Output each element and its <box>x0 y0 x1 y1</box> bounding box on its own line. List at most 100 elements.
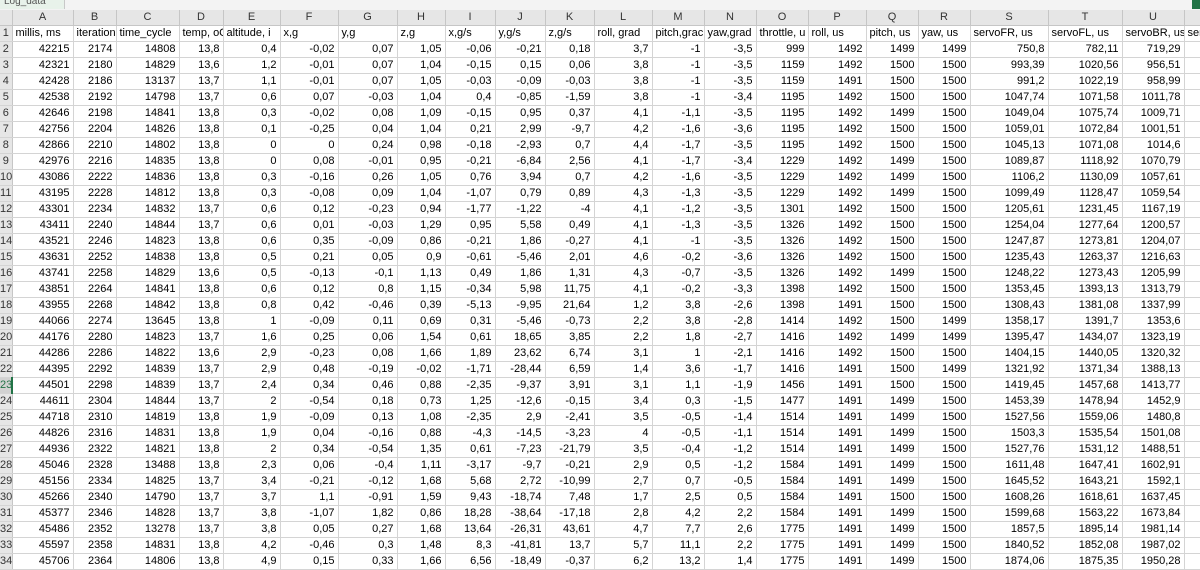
data-cell[interactable]: 13,8 <box>179 409 224 426</box>
data-cell[interactable]: 13488 <box>116 457 180 474</box>
column-header-l[interactable]: L <box>594 10 653 26</box>
data-cell[interactable]: 1075,74 <box>1048 105 1123 122</box>
data-cell[interactable]: 1500 <box>866 137 919 154</box>
data-cell[interactable]: 1,35 <box>397 441 446 458</box>
data-cell[interactable]: 1371,34 <box>1048 361 1123 378</box>
data-cell[interactable]: 1216,63 <box>1122 249 1185 266</box>
data-cell[interactable]: 1775 <box>756 537 809 554</box>
data-cell[interactable]: 1514 <box>756 441 809 458</box>
data-cell[interactable]: -1,1 <box>704 425 757 442</box>
data-cell[interactable]: 3,7 <box>594 41 653 58</box>
data-cell[interactable]: 1491 <box>808 441 867 458</box>
data-cell[interactable]: -0,2 <box>652 249 705 266</box>
data-cell[interactable]: 1492 <box>808 329 867 346</box>
data-cell[interactable]: 1380,53 <box>1184 313 1200 330</box>
data-cell[interactable]: 2 <box>223 441 281 458</box>
data-cell[interactable]: -2,7 <box>704 329 757 346</box>
data-cell[interactable]: 0,3 <box>223 169 281 186</box>
data-cell[interactable]: 0,34 <box>280 377 339 394</box>
data-cell[interactable]: 4,3 <box>594 265 653 282</box>
data-cell[interactable]: -0,4 <box>338 457 398 474</box>
data-cell[interactable]: 1492 <box>808 121 867 138</box>
data-cell[interactable]: 1500 <box>918 185 971 202</box>
data-cell[interactable]: 1,04 <box>397 121 446 138</box>
data-cell[interactable]: 2316 <box>73 425 117 442</box>
data-cell[interactable]: 1499 <box>866 505 919 522</box>
data-cell[interactable]: 1667,27 <box>1184 505 1200 522</box>
data-cell[interactable]: 2322 <box>73 441 117 458</box>
data-cell[interactable]: 1059,01 <box>970 121 1049 138</box>
data-cell[interactable]: 0,09 <box>338 185 398 202</box>
data-cell[interactable]: 1623,17 <box>1184 473 1200 490</box>
data-cell[interactable]: 2,56 <box>545 153 595 170</box>
data-cell[interactable]: 0,7 <box>652 473 705 490</box>
data-cell[interactable]: 1500 <box>918 217 971 234</box>
data-cell[interactable]: 1492 <box>808 249 867 266</box>
data-cell[interactable]: 0,06 <box>280 457 339 474</box>
data-cell[interactable]: 14822 <box>116 345 180 362</box>
data-cell[interactable]: 14812 <box>116 185 180 202</box>
data-cell[interactable]: -0,09 <box>280 313 339 330</box>
data-cell[interactable]: 1395,47 <box>970 329 1049 346</box>
column-header-s[interactable]: S <box>970 10 1049 26</box>
data-cell[interactable]: 1159 <box>756 73 809 90</box>
data-cell[interactable]: 1499 <box>918 329 971 346</box>
data-cell[interactable]: 1500 <box>918 153 971 170</box>
row-number[interactable]: 33 <box>0 537 13 554</box>
row-number[interactable]: 12 <box>0 201 13 218</box>
data-cell[interactable]: 0,07 <box>280 89 339 106</box>
header-cell[interactable]: x,g/s <box>445 25 496 42</box>
row-number[interactable]: 31 <box>0 505 13 522</box>
data-cell[interactable]: 2364 <box>73 553 117 570</box>
data-cell[interactable]: 3,4 <box>594 393 653 410</box>
data-cell[interactable]: 14839 <box>116 361 180 378</box>
data-cell[interactable]: -0,15 <box>445 105 496 122</box>
data-cell[interactable]: -26,31 <box>495 521 546 538</box>
data-cell[interactable]: 1492 <box>808 281 867 298</box>
data-cell[interactable]: 7,7 <box>652 521 705 538</box>
data-cell[interactable]: 1491 <box>808 489 867 506</box>
data-cell[interactable]: 2,9 <box>495 409 546 426</box>
data-cell[interactable]: -0,19 <box>338 361 398 378</box>
data-cell[interactable]: 1070,79 <box>1122 153 1185 170</box>
data-cell[interactable]: 13,6 <box>179 265 224 282</box>
header-cell[interactable]: yaw, us <box>918 25 971 42</box>
data-cell[interactable]: 13,7 <box>179 377 224 394</box>
data-cell[interactable]: -1,2 <box>652 201 705 218</box>
data-cell[interactable]: 14823 <box>116 233 180 250</box>
data-cell[interactable]: 43301 <box>12 201 74 218</box>
data-cell[interactable]: 2286 <box>73 345 117 362</box>
data-cell[interactable]: 14798 <box>116 89 180 106</box>
data-cell[interactable]: 750,8 <box>970 41 1049 58</box>
header-cell[interactable]: servoBR, us <box>1122 25 1185 42</box>
data-cell[interactable]: 1500 <box>918 281 971 298</box>
data-cell[interactable]: 2268 <box>73 297 117 314</box>
data-cell[interactable]: -0,61 <box>445 249 496 266</box>
data-cell[interactable]: 42976 <box>12 153 74 170</box>
data-cell[interactable]: 1500 <box>918 409 971 426</box>
data-cell[interactable]: 1500 <box>918 105 971 122</box>
data-cell[interactable]: -0,7 <box>652 265 705 282</box>
data-cell[interactable]: 1592,1 <box>1122 473 1185 490</box>
data-cell[interactable]: 1500 <box>866 57 919 74</box>
data-cell[interactable]: 13,8 <box>179 425 224 442</box>
data-cell[interactable]: 4,1 <box>594 201 653 218</box>
data-cell[interactable]: 1981,14 <box>1122 521 1185 538</box>
data-cell[interactable]: 13,8 <box>179 185 224 202</box>
header-cell[interactable]: servoFL, us <box>1048 25 1123 42</box>
data-cell[interactable]: 2,9 <box>594 457 653 474</box>
data-cell[interactable]: -1,77 <box>445 201 496 218</box>
data-cell[interactable]: 1500 <box>918 233 971 250</box>
data-cell[interactable]: 2292 <box>73 361 117 378</box>
data-cell[interactable]: -1,3 <box>652 217 705 234</box>
data-cell[interactable]: 1195 <box>756 105 809 122</box>
data-cell[interactable]: 1491 <box>808 409 867 426</box>
data-cell[interactable]: 13,6 <box>179 345 224 362</box>
data-cell[interactable]: 1491 <box>808 505 867 522</box>
data-cell[interactable]: 13,7 <box>179 473 224 490</box>
data-cell[interactable]: 13,7 <box>179 361 224 378</box>
data-cell[interactable]: 0,35 <box>280 233 339 250</box>
data-cell[interactable]: -0,03 <box>338 217 398 234</box>
data-cell[interactable]: 1036,64 <box>1184 121 1200 138</box>
data-cell[interactable]: 1,9 <box>223 425 281 442</box>
